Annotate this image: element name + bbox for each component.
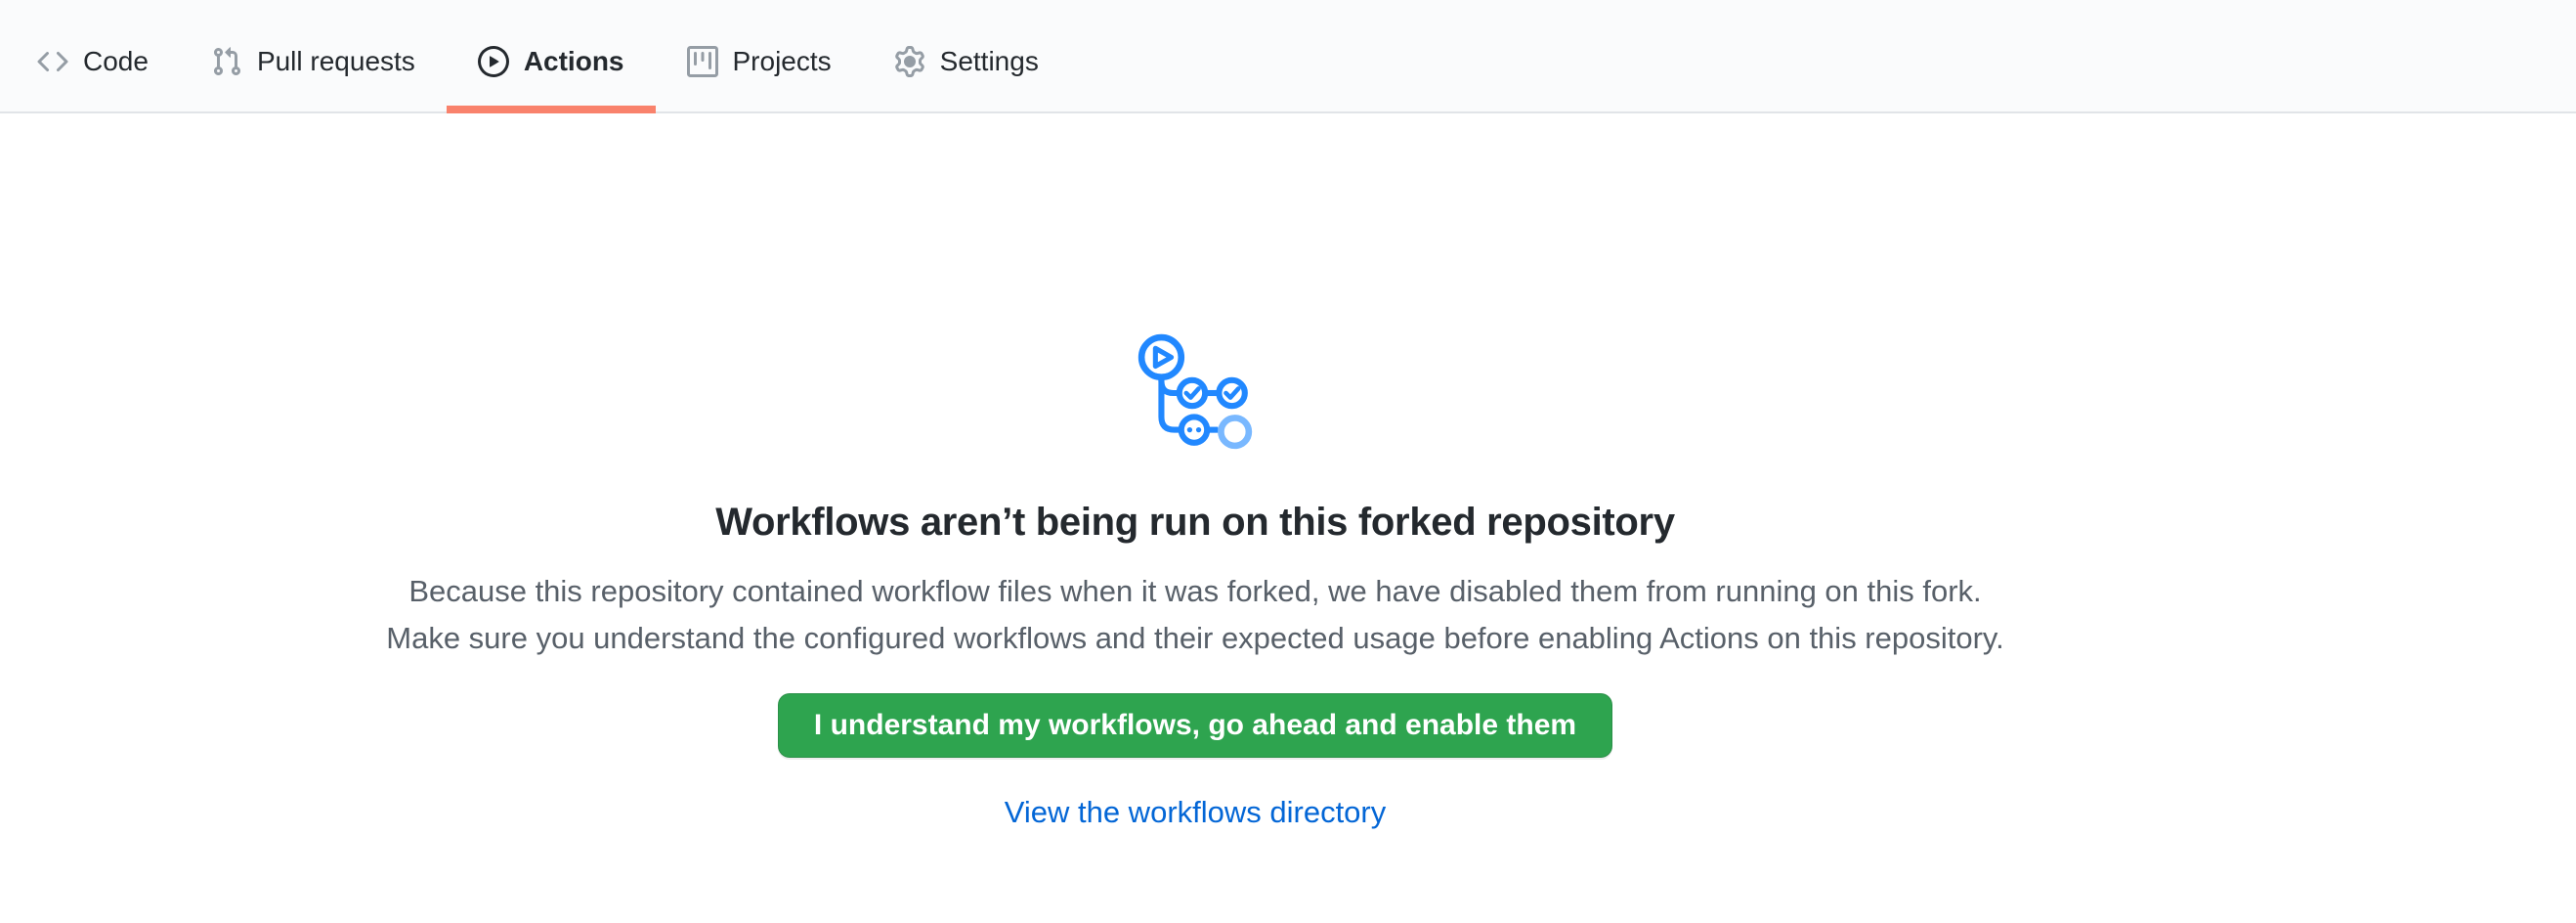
workflow-queued-node — [1221, 418, 1248, 445]
tab-settings-label: Settings — [940, 46, 1039, 77]
play-icon — [478, 46, 509, 77]
code-icon — [37, 46, 68, 77]
workflow-progress-node — [1181, 417, 1207, 442]
tab-projects-label: Projects — [733, 46, 832, 77]
tab-pull-requests-label: Pull requests — [257, 46, 415, 77]
workflow-play-node — [1141, 337, 1181, 377]
blankslate-heading: Workflows aren’t being run on this forke… — [0, 498, 2390, 547]
gear-icon — [894, 46, 925, 77]
git-pull-request-icon — [211, 46, 242, 77]
workflow-progress-dot — [1196, 427, 1201, 432]
tab-code[interactable]: Code — [6, 12, 180, 111]
tab-actions[interactable]: Actions — [447, 12, 656, 111]
workflow-branch-line-2 — [1161, 376, 1180, 430]
actions-blankslate: Workflows aren’t being run on this forke… — [0, 113, 2390, 838]
workflow-progress-dot — [1187, 427, 1192, 432]
tab-actions-label: Actions — [524, 46, 624, 77]
tab-code-label: Code — [83, 46, 149, 77]
workflow-check-2 — [1226, 388, 1239, 397]
project-icon — [687, 46, 718, 77]
blankslate-description: Because this repository contained workfl… — [369, 568, 2021, 662]
workflow-play-triangle — [1155, 348, 1171, 366]
enable-workflows-button[interactable]: I understand my workflows, go ahead and … — [778, 693, 1612, 758]
repo-tab-nav: Code Pull requests Actions Projects Sett… — [0, 0, 2576, 113]
tab-projects[interactable]: Projects — [656, 12, 863, 111]
workflow-graph-icon — [1135, 332, 1256, 454]
tab-pull-requests[interactable]: Pull requests — [180, 12, 447, 111]
view-workflows-directory-link[interactable]: View the workflows directory — [1005, 795, 1387, 829]
tab-settings[interactable]: Settings — [863, 12, 1070, 111]
workflow-check-1 — [1186, 388, 1199, 397]
